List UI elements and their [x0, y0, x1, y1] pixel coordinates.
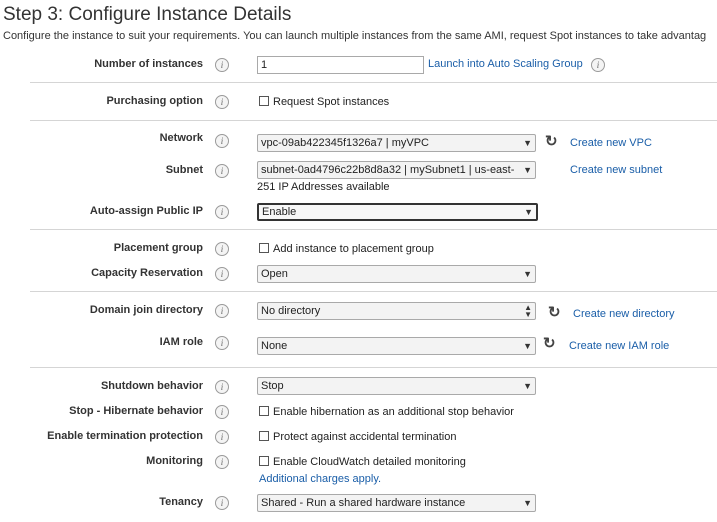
chevron-down-icon: ▼: [523, 269, 532, 279]
info-icon[interactable]: i: [215, 430, 229, 444]
chevron-down-icon: ▼: [523, 165, 532, 175]
info-icon[interactable]: i: [215, 134, 229, 148]
info-icon[interactable]: i: [215, 405, 229, 419]
network-value: vpc-09ab422345f1326a7 | myVPC: [261, 137, 429, 149]
checkbox-box[interactable]: [259, 456, 269, 466]
tenancy-select[interactable]: Shared - Run a shared hardware instance ▼: [257, 494, 536, 512]
spot-checkbox-label: Request Spot instances: [273, 96, 390, 108]
iam-value: None: [261, 340, 288, 352]
refresh-icon[interactable]: ↻: [545, 134, 558, 149]
info-icon[interactable]: i: [215, 164, 229, 178]
monitoring-checkbox-label: Enable CloudWatch detailed monitoring: [273, 456, 466, 468]
network-label: Network: [159, 132, 203, 144]
checkbox-box[interactable]: [259, 406, 269, 416]
info-icon[interactable]: i: [215, 455, 229, 469]
num-instances-label: Number of instances: [94, 58, 203, 70]
info-icon[interactable]: i: [215, 496, 229, 510]
subnet-value: subnet-0ad4796c22b8d8a32 | mySubnet1 | u…: [261, 164, 515, 176]
page-title: Step 3: Configure Instance Details: [3, 4, 292, 25]
capacity-value: Open: [261, 268, 288, 280]
section-divider: [30, 367, 717, 368]
refresh-icon[interactable]: ↻: [543, 336, 556, 351]
chevron-down-icon: ▼: [523, 498, 532, 508]
info-icon[interactable]: i: [215, 380, 229, 394]
additional-charges-link[interactable]: Additional charges apply.: [259, 473, 381, 485]
launch-asg-link[interactable]: Launch into Auto Scaling Group: [428, 58, 583, 70]
iam-label: IAM role: [159, 336, 203, 348]
tenancy-value: Shared - Run a shared hardware instance: [261, 497, 466, 509]
termination-label: Enable termination protection: [47, 430, 203, 442]
refresh-icon[interactable]: ↻: [548, 305, 561, 320]
chevron-down-icon: ▼: [524, 207, 533, 217]
public-ip-label: Auto-assign Public IP: [89, 205, 203, 217]
ip-available-note: 251 IP Addresses available: [257, 181, 390, 193]
iam-select[interactable]: None ▼: [257, 337, 536, 355]
shutdown-label: Shutdown behavior: [100, 380, 203, 392]
chevron-down-icon: ▼: [523, 341, 532, 351]
section-divider: [30, 229, 717, 230]
checkbox-box[interactable]: [259, 243, 269, 253]
domain-value: No directory: [261, 305, 321, 317]
placement-checkbox-label: Add instance to placement group: [273, 243, 434, 255]
hibernate-checkbox[interactable]: Enable hibernation as an additional stop…: [259, 406, 514, 418]
hibernate-label: Stop - Hibernate behavior: [69, 405, 203, 417]
tenancy-label: Tenancy: [159, 496, 203, 508]
info-icon[interactable]: i: [215, 267, 229, 281]
info-icon[interactable]: i: [215, 304, 229, 318]
placement-label: Placement group: [113, 242, 203, 254]
num-instances-input[interactable]: [257, 56, 424, 74]
public-ip-value: Enable: [262, 206, 297, 218]
purchasing-label: Purchasing option: [106, 95, 203, 107]
shutdown-value: Stop: [261, 380, 284, 392]
monitoring-checkbox[interactable]: Enable CloudWatch detailed monitoring: [259, 456, 466, 468]
domain-label: Domain join directory: [89, 304, 203, 316]
public-ip-select[interactable]: Enable ▼: [257, 203, 538, 221]
network-select[interactable]: vpc-09ab422345f1326a7 | myVPC ▼: [257, 134, 536, 152]
create-directory-link[interactable]: Create new directory: [573, 308, 675, 320]
hibernate-checkbox-label: Enable hibernation as an additional stop…: [273, 406, 514, 418]
chevron-down-icon: ▼: [523, 381, 532, 391]
info-icon[interactable]: i: [215, 95, 229, 109]
termination-checkbox[interactable]: Protect against accidental termination: [259, 431, 456, 443]
chevron-down-icon: ▼: [523, 138, 532, 148]
checkbox-box[interactable]: [259, 96, 269, 106]
shutdown-select[interactable]: Stop ▼: [257, 377, 536, 395]
subnet-label: Subnet: [165, 164, 203, 176]
create-vpc-link[interactable]: Create new VPC: [570, 137, 652, 149]
monitoring-label: Monitoring: [146, 455, 203, 467]
info-icon[interactable]: i: [215, 205, 229, 219]
info-icon[interactable]: i: [215, 58, 229, 72]
section-divider: [30, 120, 717, 121]
create-iam-role-link[interactable]: Create new IAM role: [569, 340, 669, 352]
info-icon[interactable]: i: [215, 242, 229, 256]
checkbox-box[interactable]: [259, 431, 269, 441]
domain-select[interactable]: No directory ▲ ▼: [257, 302, 536, 320]
create-subnet-link[interactable]: Create new subnet: [570, 164, 662, 176]
subnet-select[interactable]: subnet-0ad4796c22b8d8a32 | mySubnet1 | u…: [257, 161, 536, 179]
chevron-updown-icon: ▲ ▼: [524, 303, 532, 319]
page-subtitle: Configure the instance to suit your requ…: [3, 30, 707, 42]
capacity-label: Capacity Reservation: [91, 267, 203, 279]
termination-checkbox-label: Protect against accidental termination: [273, 431, 457, 443]
placement-checkbox[interactable]: Add instance to placement group: [259, 243, 434, 255]
section-divider: [30, 291, 717, 292]
section-divider: [30, 82, 717, 83]
info-icon[interactable]: i: [215, 336, 229, 350]
info-icon[interactable]: i: [591, 58, 605, 72]
capacity-select[interactable]: Open ▼: [257, 265, 536, 283]
spot-checkbox[interactable]: Request Spot instances: [259, 96, 389, 108]
